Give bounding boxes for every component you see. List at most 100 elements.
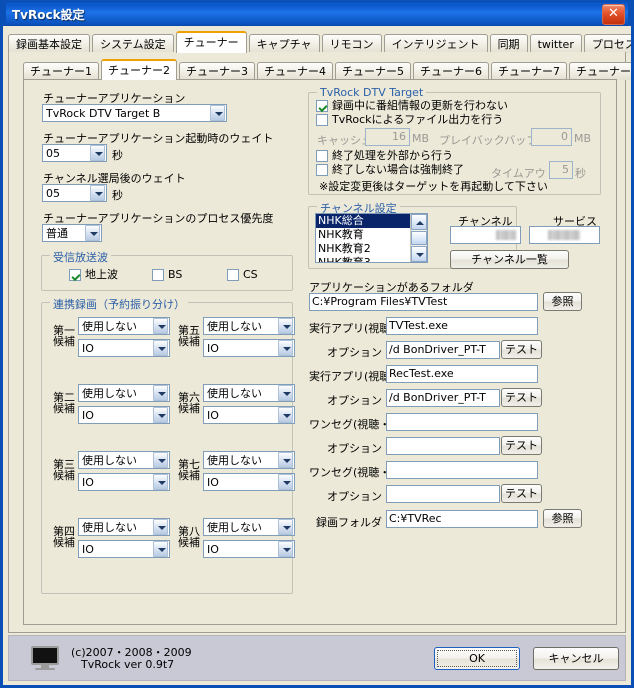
checkbox-icon xyxy=(316,114,328,126)
playback-buffer-field[interactable]: 0 xyxy=(531,128,572,146)
candidate-rank-bottom-4: 候補 xyxy=(178,335,200,348)
cancel-button[interactable]: キャンセル xyxy=(533,647,619,670)
candidate-rank-3: 第四 候補 xyxy=(53,526,75,548)
checkbox-icon xyxy=(316,150,328,162)
app-row-field-6[interactable] xyxy=(386,461,538,479)
sub-tab-1[interactable]: チューナー2 xyxy=(101,59,177,80)
channel-list-item-1[interactable]: NHK教育 xyxy=(316,228,410,242)
close-icon[interactable]: ✕ xyxy=(602,4,625,25)
app-row-field-4[interactable] xyxy=(386,413,538,431)
main-tab-7[interactable]: twitter xyxy=(529,34,582,53)
main-tab-4[interactable]: リモコン xyxy=(321,34,382,53)
app-row-field-3[interactable]: /d BonDriver_PT-T xyxy=(386,389,500,407)
candidate-mode-select-0[interactable]: 使用しない xyxy=(78,317,170,335)
candidate-mode-select-6[interactable]: 使用しない xyxy=(203,451,295,469)
wave-checkbox-1[interactable]: BS xyxy=(152,268,182,281)
app-row-field-1[interactable]: /d BonDriver_PT-T xyxy=(386,341,500,359)
app-row-field-5[interactable] xyxy=(386,437,500,455)
candidate-device-select-5[interactable]: IO xyxy=(203,406,295,424)
candidate-rank-bottom-3: 候補 xyxy=(53,536,75,549)
candidate-mode-select-2[interactable]: 使用しない xyxy=(78,451,170,469)
channel-list-scrollbar[interactable] xyxy=(410,214,427,262)
scroll-up-icon[interactable] xyxy=(411,214,427,230)
channel-list-item-2[interactable]: NHK教育2 xyxy=(316,242,410,256)
app-folder-field[interactable]: C:¥Program Files¥TVTest xyxy=(309,293,538,311)
wave-checkbox-2[interactable]: CS xyxy=(227,268,258,281)
tuner-sub-tab-bar: チューナー1 チューナー2 チューナー3 チューナー4 チューナー5 チューナー6 チューナ… xyxy=(23,59,631,80)
candidate-device-value-5: IO xyxy=(207,408,219,422)
main-tab-5[interactable]: インテリジェント xyxy=(383,34,488,53)
sub-tab-0[interactable]: チューナー1 xyxy=(23,62,99,80)
cache-field[interactable]: 16 xyxy=(365,128,410,146)
app-row-field-7[interactable] xyxy=(386,485,500,503)
channel-wait-select[interactable]: 05 xyxy=(42,184,107,202)
candidate-mode-select-3[interactable]: 使用しない xyxy=(78,518,170,536)
sub-tab-6[interactable]: チューナー7 xyxy=(491,62,567,80)
startup-wait-select[interactable]: 05 xyxy=(42,144,107,162)
dtv-target-group: TvRock DTV Target 録画中に番組情報の更新を行わない TvRoc… xyxy=(308,86,601,195)
sub-tab-3[interactable]: チューナー4 xyxy=(257,62,333,80)
channel-wait-unit: 秒 xyxy=(112,189,123,202)
chevron-down-icon xyxy=(153,340,168,356)
channel-listbox[interactable]: NHK総合NHK教育NHK教育2NHK教育3 xyxy=(315,213,428,263)
test-button-3[interactable]: テスト xyxy=(501,388,542,407)
candidate-rank-4: 第五 候補 xyxy=(178,325,200,347)
sub-tab-5[interactable]: チューナー6 xyxy=(413,62,489,80)
tvrock-settings-window: TvRock設定 ✕ 録画基本設定 システム設定 チューナー キャプチャ リモコン インテ… xyxy=(0,0,634,688)
channel-list-item-3[interactable]: NHK教育3 xyxy=(316,256,410,262)
test-button-7[interactable]: テスト xyxy=(501,484,542,503)
main-tab-3[interactable]: キャプチャ xyxy=(248,34,320,53)
candidate-rank-bottom-2: 候補 xyxy=(53,469,75,482)
chevron-down-icon xyxy=(278,340,293,356)
no-epg-update-checkbox[interactable]: 録画中に番組情報の更新を行わない xyxy=(316,99,508,112)
app-folder-browse-button[interactable]: 参照 xyxy=(543,292,582,311)
app-row-field-0[interactable]: TVTest.exe xyxy=(386,317,538,335)
main-tab-0[interactable]: 録画基本設定 xyxy=(8,34,90,53)
no-epg-update-label: 録画中に番組情報の更新を行わない xyxy=(332,99,508,112)
candidate-mode-select-5[interactable]: 使用しない xyxy=(203,384,295,402)
scroll-down-icon[interactable] xyxy=(411,246,427,262)
ok-button[interactable]: OK xyxy=(434,647,520,670)
window-title: TvRock設定 xyxy=(12,8,85,22)
external-exit-checkbox[interactable]: 終了処理を外部から行う xyxy=(316,149,453,162)
force-exit-checkbox[interactable]: 終了しない場合は強制終了 xyxy=(316,163,464,176)
file-output-checkbox[interactable]: TvRockによるファイル出力を行う xyxy=(316,113,503,126)
timeout-field[interactable]: 5 xyxy=(549,161,573,179)
main-tab-1[interactable]: システム設定 xyxy=(92,34,174,53)
sub-tab-4[interactable]: チューナー5 xyxy=(335,62,411,80)
candidate-device-select-4[interactable]: IO xyxy=(203,339,295,357)
main-tab-2[interactable]: チューナー xyxy=(175,31,247,53)
sub-tab-2[interactable]: チューナー3 xyxy=(179,62,255,80)
candidate-device-select-3[interactable]: IO xyxy=(78,540,170,558)
candidate-mode-select-1[interactable]: 使用しない xyxy=(78,384,170,402)
chevron-down-icon xyxy=(153,474,168,490)
tuner2-panel: チューナーアプリケーション TvRock DTV Target B チューナーア… xyxy=(23,79,617,625)
test-button-5[interactable]: テスト xyxy=(501,436,542,455)
candidate-device-select-7[interactable]: IO xyxy=(203,540,295,558)
candidate-mode-value-6: 使用しない xyxy=(207,454,262,467)
channel-list-button[interactable]: チャンネル一覧 xyxy=(450,250,569,269)
candidate-device-select-2[interactable]: IO xyxy=(78,473,170,491)
main-tab-6[interactable]: 同期 xyxy=(489,34,528,53)
candidate-device-select-0[interactable]: IO xyxy=(78,339,170,357)
sub-tab-7[interactable]: チューナー8 xyxy=(569,62,631,80)
candidate-device-select-6[interactable]: IO xyxy=(203,473,295,491)
main-tab-8[interactable]: プロセス xyxy=(583,34,631,53)
app-row-field-2[interactable]: RecTest.exe xyxy=(386,365,538,383)
rec-folder-field[interactable]: C:¥TVRec xyxy=(386,510,538,528)
scroll-thumb[interactable] xyxy=(411,231,427,245)
candidate-device-select-1[interactable]: IO xyxy=(78,406,170,424)
test-button-1[interactable]: テスト xyxy=(501,340,542,359)
candidate-device-value-0: IO xyxy=(82,341,94,355)
channel-wait-value: 05 xyxy=(46,186,60,200)
process-priority-select[interactable]: 普通 xyxy=(42,224,102,242)
app-row-label-3: オプション xyxy=(327,394,382,407)
app-row-label-6: ワンセグ(視聴・無) xyxy=(309,466,406,479)
candidate-mode-select-7[interactable]: 使用しない xyxy=(203,518,295,536)
candidate-rank-bottom-7: 候補 xyxy=(178,536,200,549)
channel-list-item-0[interactable]: NHK総合 xyxy=(316,214,410,228)
rec-folder-browse-button[interactable]: 参照 xyxy=(543,509,582,528)
candidate-mode-select-4[interactable]: 使用しない xyxy=(203,317,295,335)
wave-checkbox-0[interactable]: 地上波 xyxy=(69,268,118,281)
tuner-application-select[interactable]: TvRock DTV Target B xyxy=(42,104,227,122)
